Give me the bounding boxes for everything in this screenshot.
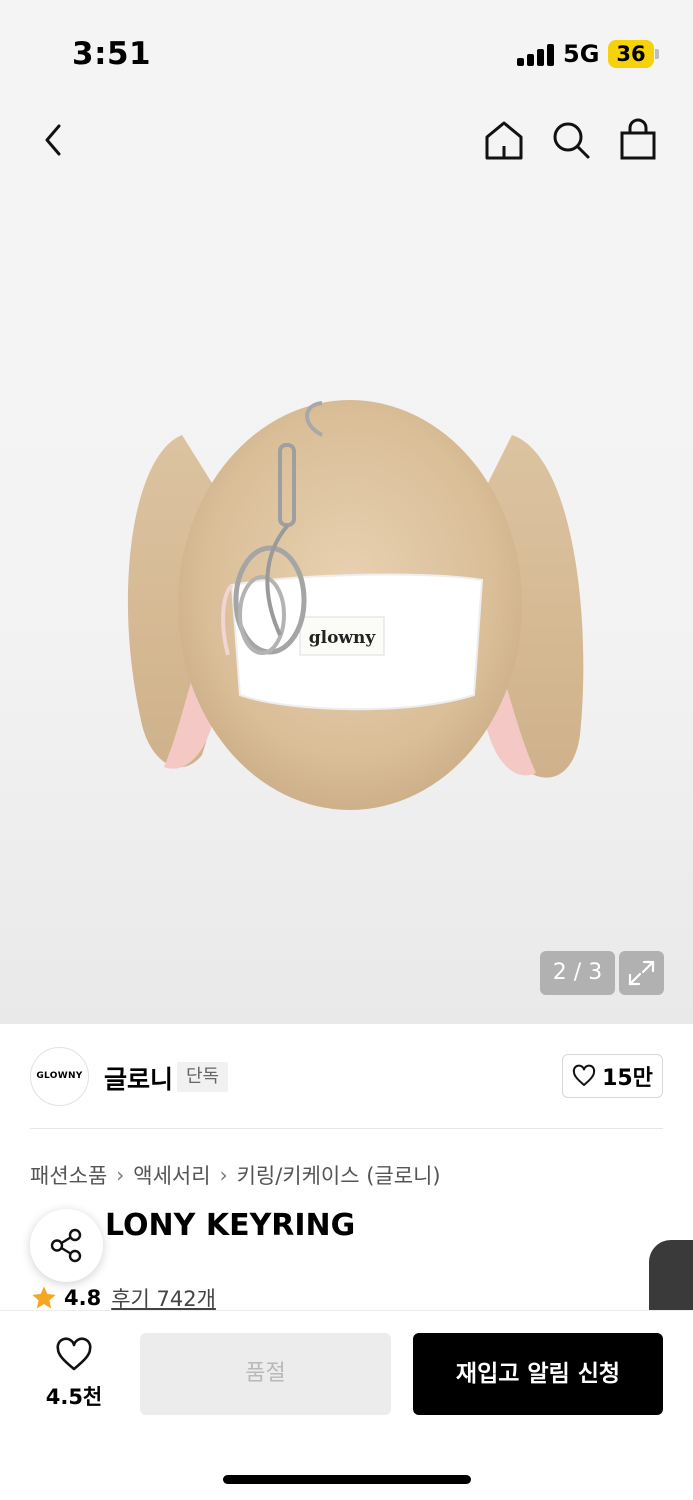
search-icon[interactable]	[545, 114, 597, 166]
brand-name[interactable]: 글로니	[104, 1060, 173, 1096]
signal-icon	[517, 44, 555, 66]
brand-like-count: 15만	[602, 1066, 653, 1091]
network-label: 5G	[563, 40, 600, 68]
product-image-gallery[interactable]: 3:51 5G 36 glowny 2 / 3	[0, 0, 693, 1024]
image-counter: 2 / 3	[540, 951, 615, 995]
product-title-text: LONY KEYRING	[105, 1208, 356, 1243]
wishlist-button[interactable]: 4.5천	[40, 1337, 108, 1411]
divider	[30, 1128, 663, 1129]
breadcrumb-item[interactable]: 패션소품	[30, 1160, 107, 1190]
heart-icon	[56, 1337, 92, 1371]
battery-tip	[655, 49, 659, 59]
breadcrumb: 패션소품 › 액세서리 › 키링/키케이스 (글로니)	[30, 1160, 441, 1190]
brand-logo[interactable]: GLOWNY	[30, 1047, 89, 1106]
review-link[interactable]: 후기 742개	[111, 1283, 216, 1313]
expand-icon[interactable]	[619, 951, 664, 995]
share-button[interactable]	[30, 1209, 103, 1282]
breadcrumb-item[interactable]: 키링/키케이스 (글로니)	[237, 1160, 441, 1190]
soldout-button: 품절	[140, 1333, 391, 1415]
share-icon	[50, 1228, 82, 1263]
battery-icon: 36	[608, 40, 654, 68]
chevron-left-icon[interactable]	[28, 114, 80, 166]
status-bar: 3:51 5G 36	[0, 0, 693, 100]
chevron-right-icon: ›	[116, 1163, 125, 1187]
status-time: 3:51	[72, 36, 152, 72]
wishlist-count: 4.5천	[45, 1385, 103, 1409]
rating-row: 4.8 후기 742개	[30, 1283, 216, 1313]
exclusive-badge: 단독	[177, 1062, 229, 1092]
brand-like-button[interactable]: 15만	[562, 1054, 663, 1098]
home-icon[interactable]	[478, 114, 530, 166]
chevron-right-icon: ›	[219, 1163, 228, 1187]
shopping-bag-icon[interactable]	[612, 114, 664, 166]
heart-icon	[572, 1064, 596, 1086]
breadcrumb-item[interactable]: 액세서리	[133, 1160, 210, 1190]
rating-value: 4.8	[64, 1286, 102, 1310]
svg-text:glowny: glowny	[309, 628, 377, 648]
star-icon	[32, 1286, 56, 1309]
home-indicator	[223, 1475, 471, 1484]
restock-alert-button[interactable]: 재입고 알림 신청	[413, 1333, 663, 1415]
product-photo: glowny	[127, 400, 584, 810]
